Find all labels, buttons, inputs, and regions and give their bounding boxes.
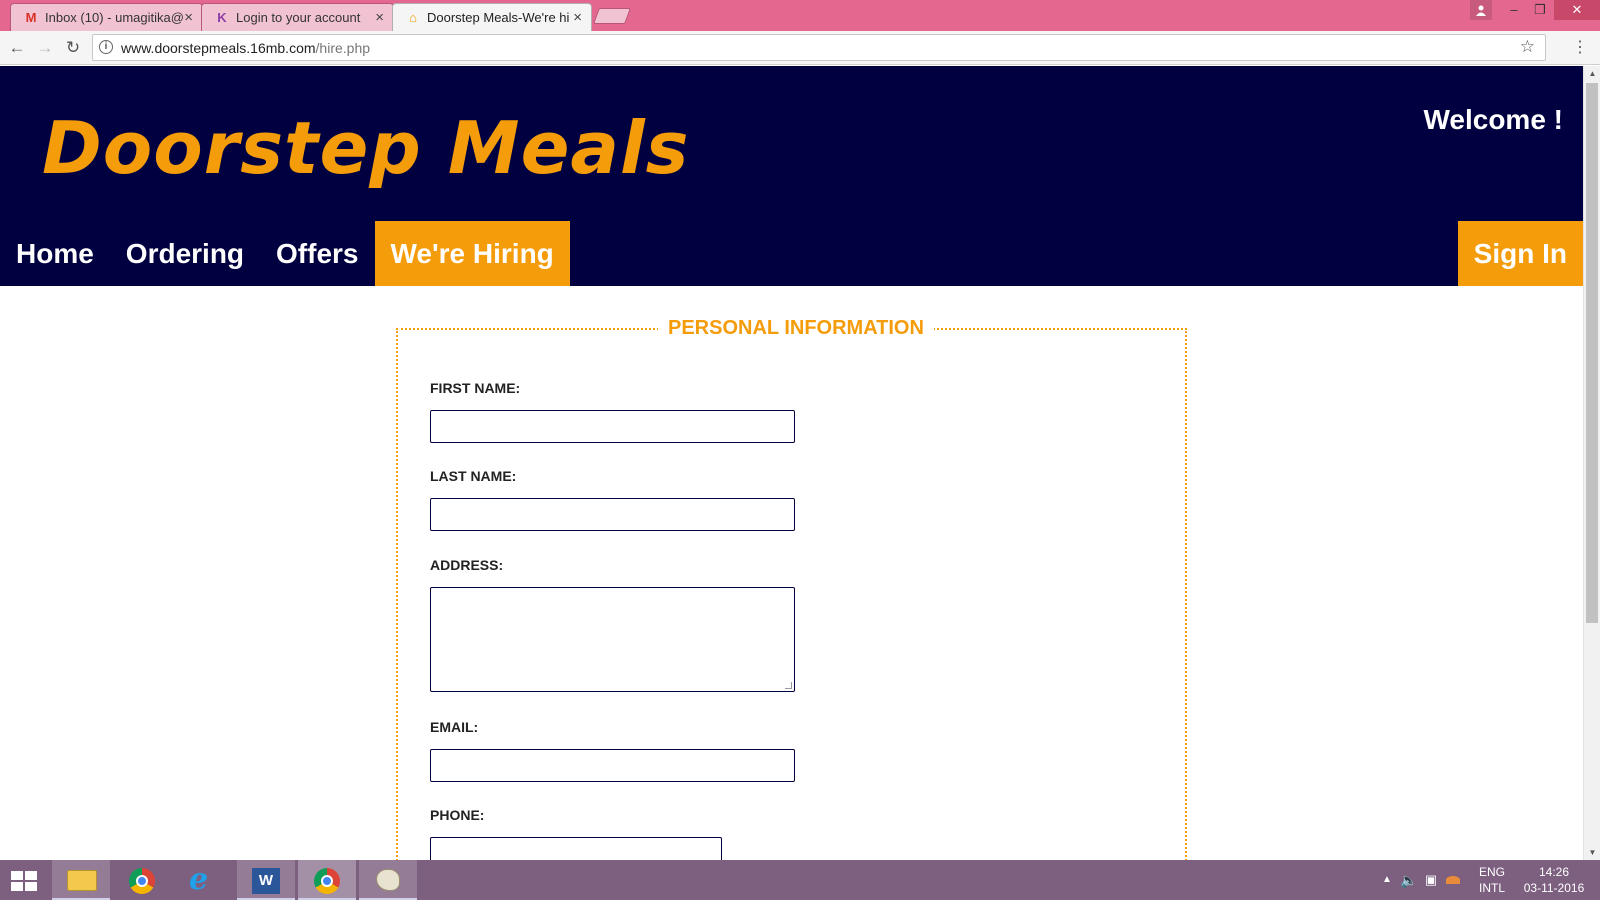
browser-menu-icon[interactable]: ⋮ (1572, 37, 1588, 59)
last-name-input[interactable] (430, 498, 795, 531)
taskbar-file-explorer[interactable] (52, 860, 110, 900)
tab-title: Login to your account (236, 10, 361, 25)
volume-icon[interactable]: 🔈 (1400, 860, 1418, 900)
page-scrollbar[interactable]: ▲ ▼ (1583, 66, 1600, 860)
email-input[interactable] (430, 749, 795, 782)
start-button[interactable] (0, 860, 48, 900)
close-tab-icon[interactable]: × (573, 4, 582, 31)
tab-title: Doorstep Meals-We're hi (427, 10, 570, 25)
taskbar-paint[interactable] (359, 860, 417, 900)
chrome-icon (314, 868, 340, 894)
welcome-text: Welcome ! (1423, 104, 1563, 135)
back-icon[interactable]: ← (6, 37, 28, 59)
battery-icon[interactable] (1444, 860, 1462, 900)
address-label: ADDRESS: (430, 557, 504, 573)
close-window-icon[interactable]: ✕ (1554, 0, 1600, 20)
language-top: ENG (1478, 865, 1505, 879)
browser-tab-login[interactable]: K Login to your account × (201, 3, 394, 31)
url-path: /hire.php (315, 40, 371, 56)
clock-date: 03-11-2016 (1523, 881, 1585, 895)
scroll-thumb[interactable] (1586, 83, 1598, 623)
first-name-input[interactable] (430, 410, 795, 443)
nav-were-hiring[interactable]: We're Hiring (374, 221, 570, 286)
nav-home[interactable]: Home (0, 221, 110, 286)
forward-icon[interactable]: → (34, 37, 56, 59)
taskbar-word[interactable]: W (237, 860, 295, 900)
phone-label: PHONE: (430, 807, 485, 823)
restore-icon[interactable]: ❐ (1526, 0, 1554, 20)
email-label: EMAIL: (430, 719, 479, 735)
phone-input[interactable] (430, 837, 722, 860)
last-name-label: LAST NAME: (430, 468, 517, 484)
scroll-down-icon[interactable]: ▼ (1584, 845, 1600, 860)
new-tab-button[interactable] (593, 8, 631, 24)
paint-icon (376, 869, 400, 891)
home-icon: ⌂ (409, 10, 417, 25)
chrome-icon (129, 868, 155, 894)
close-tab-icon[interactable]: × (375, 4, 384, 31)
minimize-icon[interactable]: – (1500, 0, 1528, 20)
address-textarea[interactable] (430, 587, 795, 692)
scroll-up-icon[interactable]: ▲ (1584, 66, 1600, 81)
site-logo[interactable]: Doorstep Meals (42, 106, 690, 190)
gmail-icon: M (25, 10, 37, 25)
windows-taskbar: e W ▲ 🔈 ▣ ENG INTL 14:26 03-11-2016 (0, 860, 1600, 900)
personal-information-fieldset: PERSONAL INFORMATION FIRST NAME: LAST NA… (396, 316, 1187, 860)
language-bottom: INTL (1478, 881, 1505, 895)
taskbar-internet-explorer[interactable]: e (174, 860, 232, 900)
nav-offers[interactable]: Offers (260, 221, 374, 286)
browser-tab-strip: M Inbox (10) - umagitika@ × K Login to y… (0, 0, 1600, 31)
user-profile-icon[interactable] (1470, 0, 1492, 20)
site-header: Doorstep Meals Welcome ! Home Ordering O… (0, 66, 1583, 286)
tab-title: Inbox (10) - umagitika@ (45, 10, 184, 25)
nav-ordering[interactable]: Ordering (110, 221, 260, 286)
site-icon: K (217, 10, 227, 25)
taskbar-chrome[interactable] (113, 860, 171, 900)
clock[interactable]: 14:26 03-11-2016 (1516, 860, 1592, 900)
internet-explorer-icon: e (189, 862, 209, 897)
info-icon[interactable]: i (99, 40, 113, 54)
network-icon[interactable]: ▣ (1422, 860, 1440, 900)
sign-in-button[interactable]: Sign In (1457, 221, 1583, 286)
main-nav: Home Ordering Offers We're Hiring (0, 221, 570, 286)
browser-toolbar: ← → ↻ i www.doorstepmeals.16mb.com/hire.… (0, 31, 1600, 65)
browser-tab-doorstep[interactable]: ⌂ Doorstep Meals-We're hi × (392, 3, 592, 31)
close-tab-icon[interactable]: × (184, 4, 193, 31)
browser-tab-gmail[interactable]: M Inbox (10) - umagitika@ × (10, 3, 203, 31)
taskbar-chrome-active[interactable] (298, 860, 356, 900)
fieldset-legend: PERSONAL INFORMATION (658, 316, 934, 340)
reload-icon[interactable]: ↻ (62, 37, 84, 59)
web-page: Doorstep Meals Welcome ! Home Ordering O… (0, 66, 1583, 860)
word-icon: W (252, 868, 280, 894)
first-name-label: FIRST NAME: (430, 380, 521, 396)
url-text[interactable]: www.doorstepmeals.16mb.com/hire.php (121, 35, 370, 61)
language-indicator[interactable]: ENG INTL (1470, 860, 1514, 900)
clock-time: 14:26 (1538, 865, 1570, 879)
address-bar[interactable]: i www.doorstepmeals.16mb.com/hire.php ☆ (92, 34, 1546, 61)
file-explorer-icon (67, 870, 97, 891)
show-hidden-icons-icon[interactable]: ▲ (1380, 860, 1394, 900)
resize-handle[interactable] (785, 682, 792, 689)
bookmark-star-icon[interactable]: ☆ (1520, 37, 1535, 57)
url-host: www.doorstepmeals.16mb.com (121, 40, 316, 56)
windows-logo-icon (11, 871, 37, 891)
